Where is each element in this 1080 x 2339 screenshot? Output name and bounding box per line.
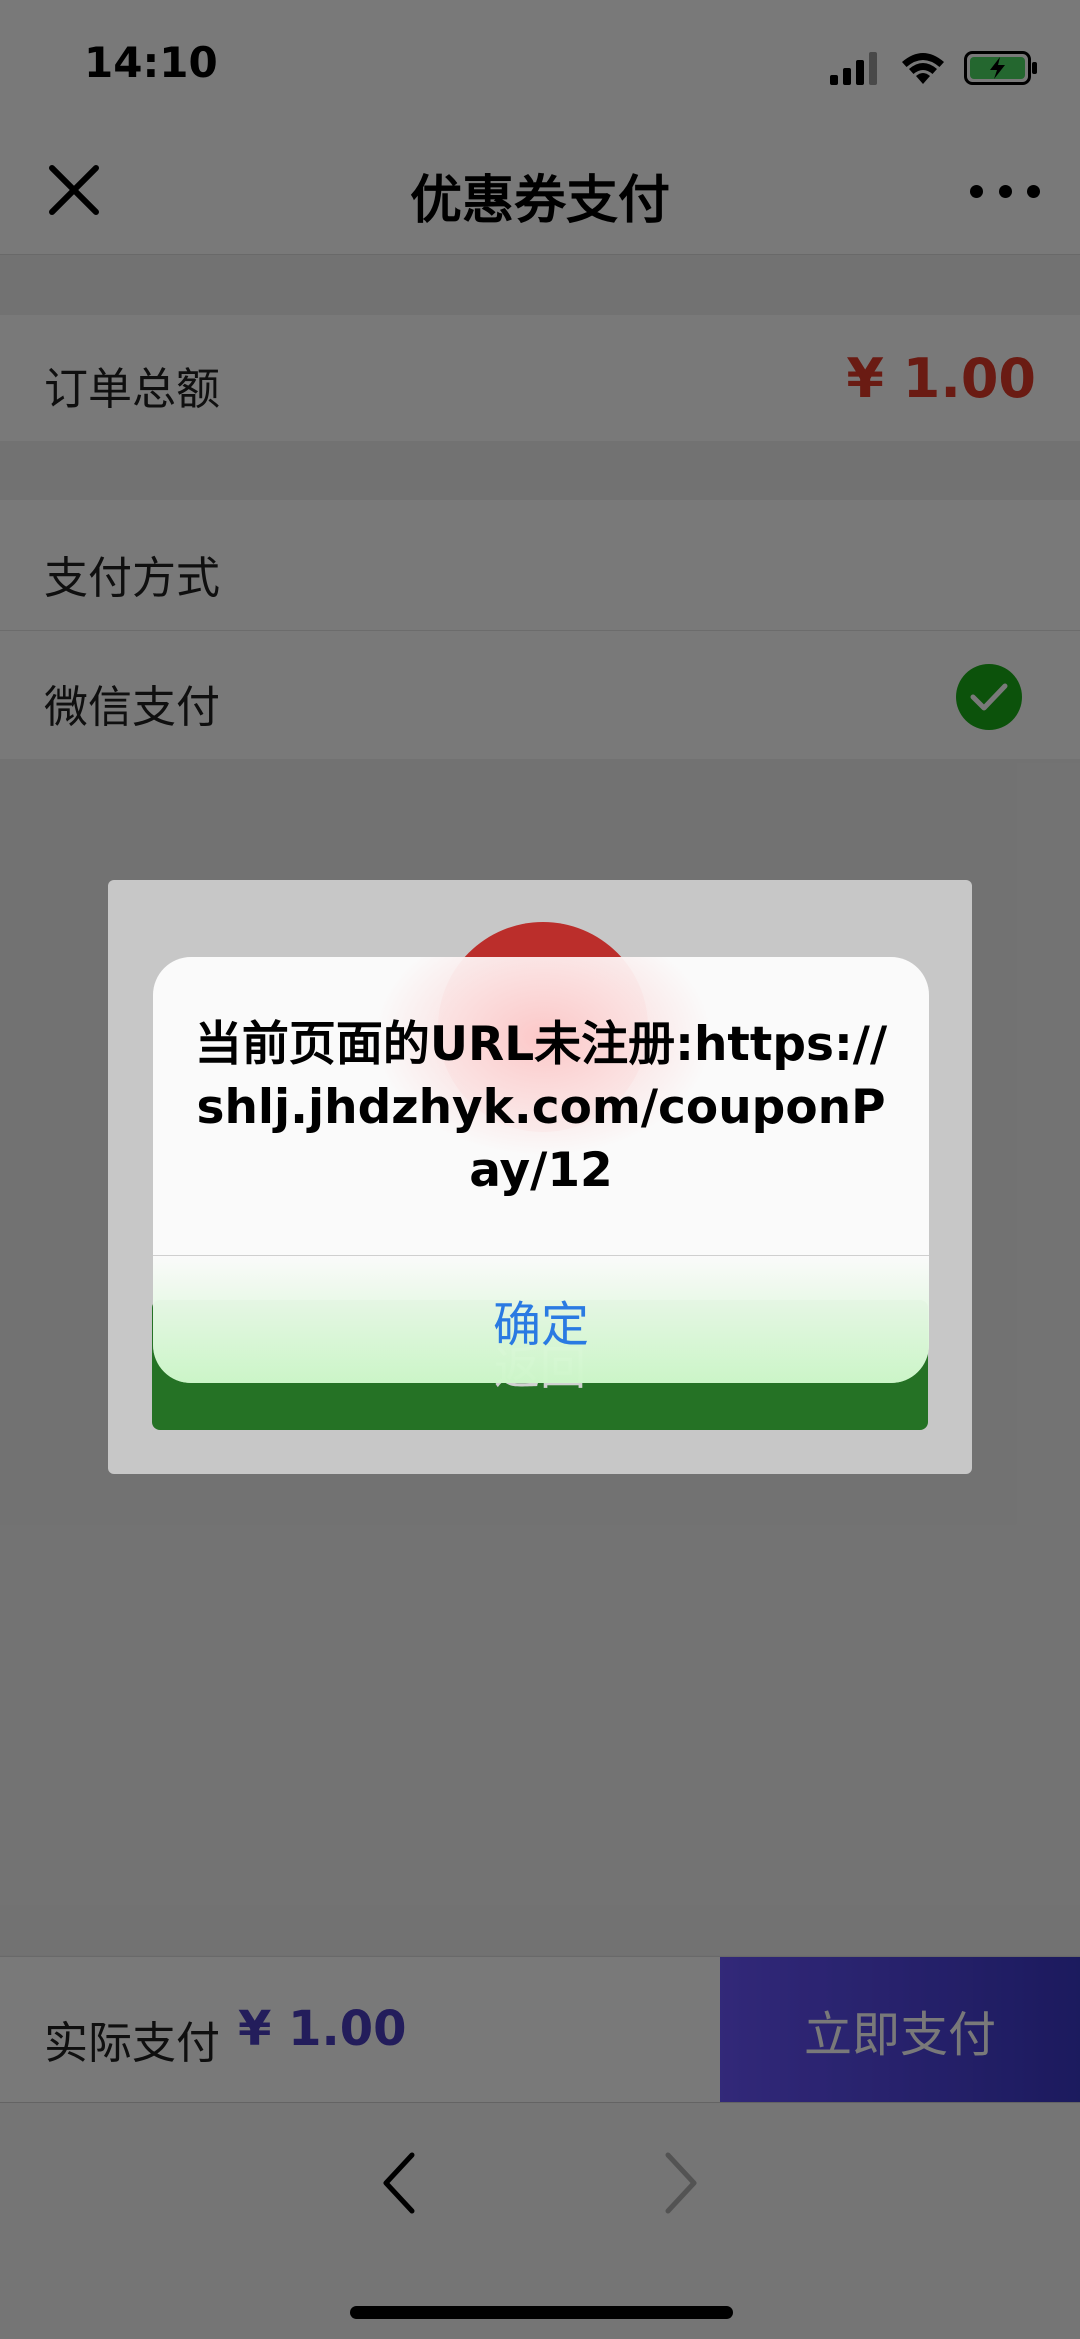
alert-message: 当前页面的URL未注册:https://shlj.jhdzhyk.com/cou… bbox=[194, 1017, 888, 1198]
screen: 14:10 优惠券支付 订单总额 ¥ 1.00 支付方式 微信支付 实际支付 ¥… bbox=[0, 0, 1080, 2339]
alert-ok-button[interactable]: 确定 bbox=[153, 1256, 929, 1383]
url-alert-dialog: 当前页面的URL未注册:https://shlj.jhdzhyk.com/cou… bbox=[153, 957, 929, 1383]
